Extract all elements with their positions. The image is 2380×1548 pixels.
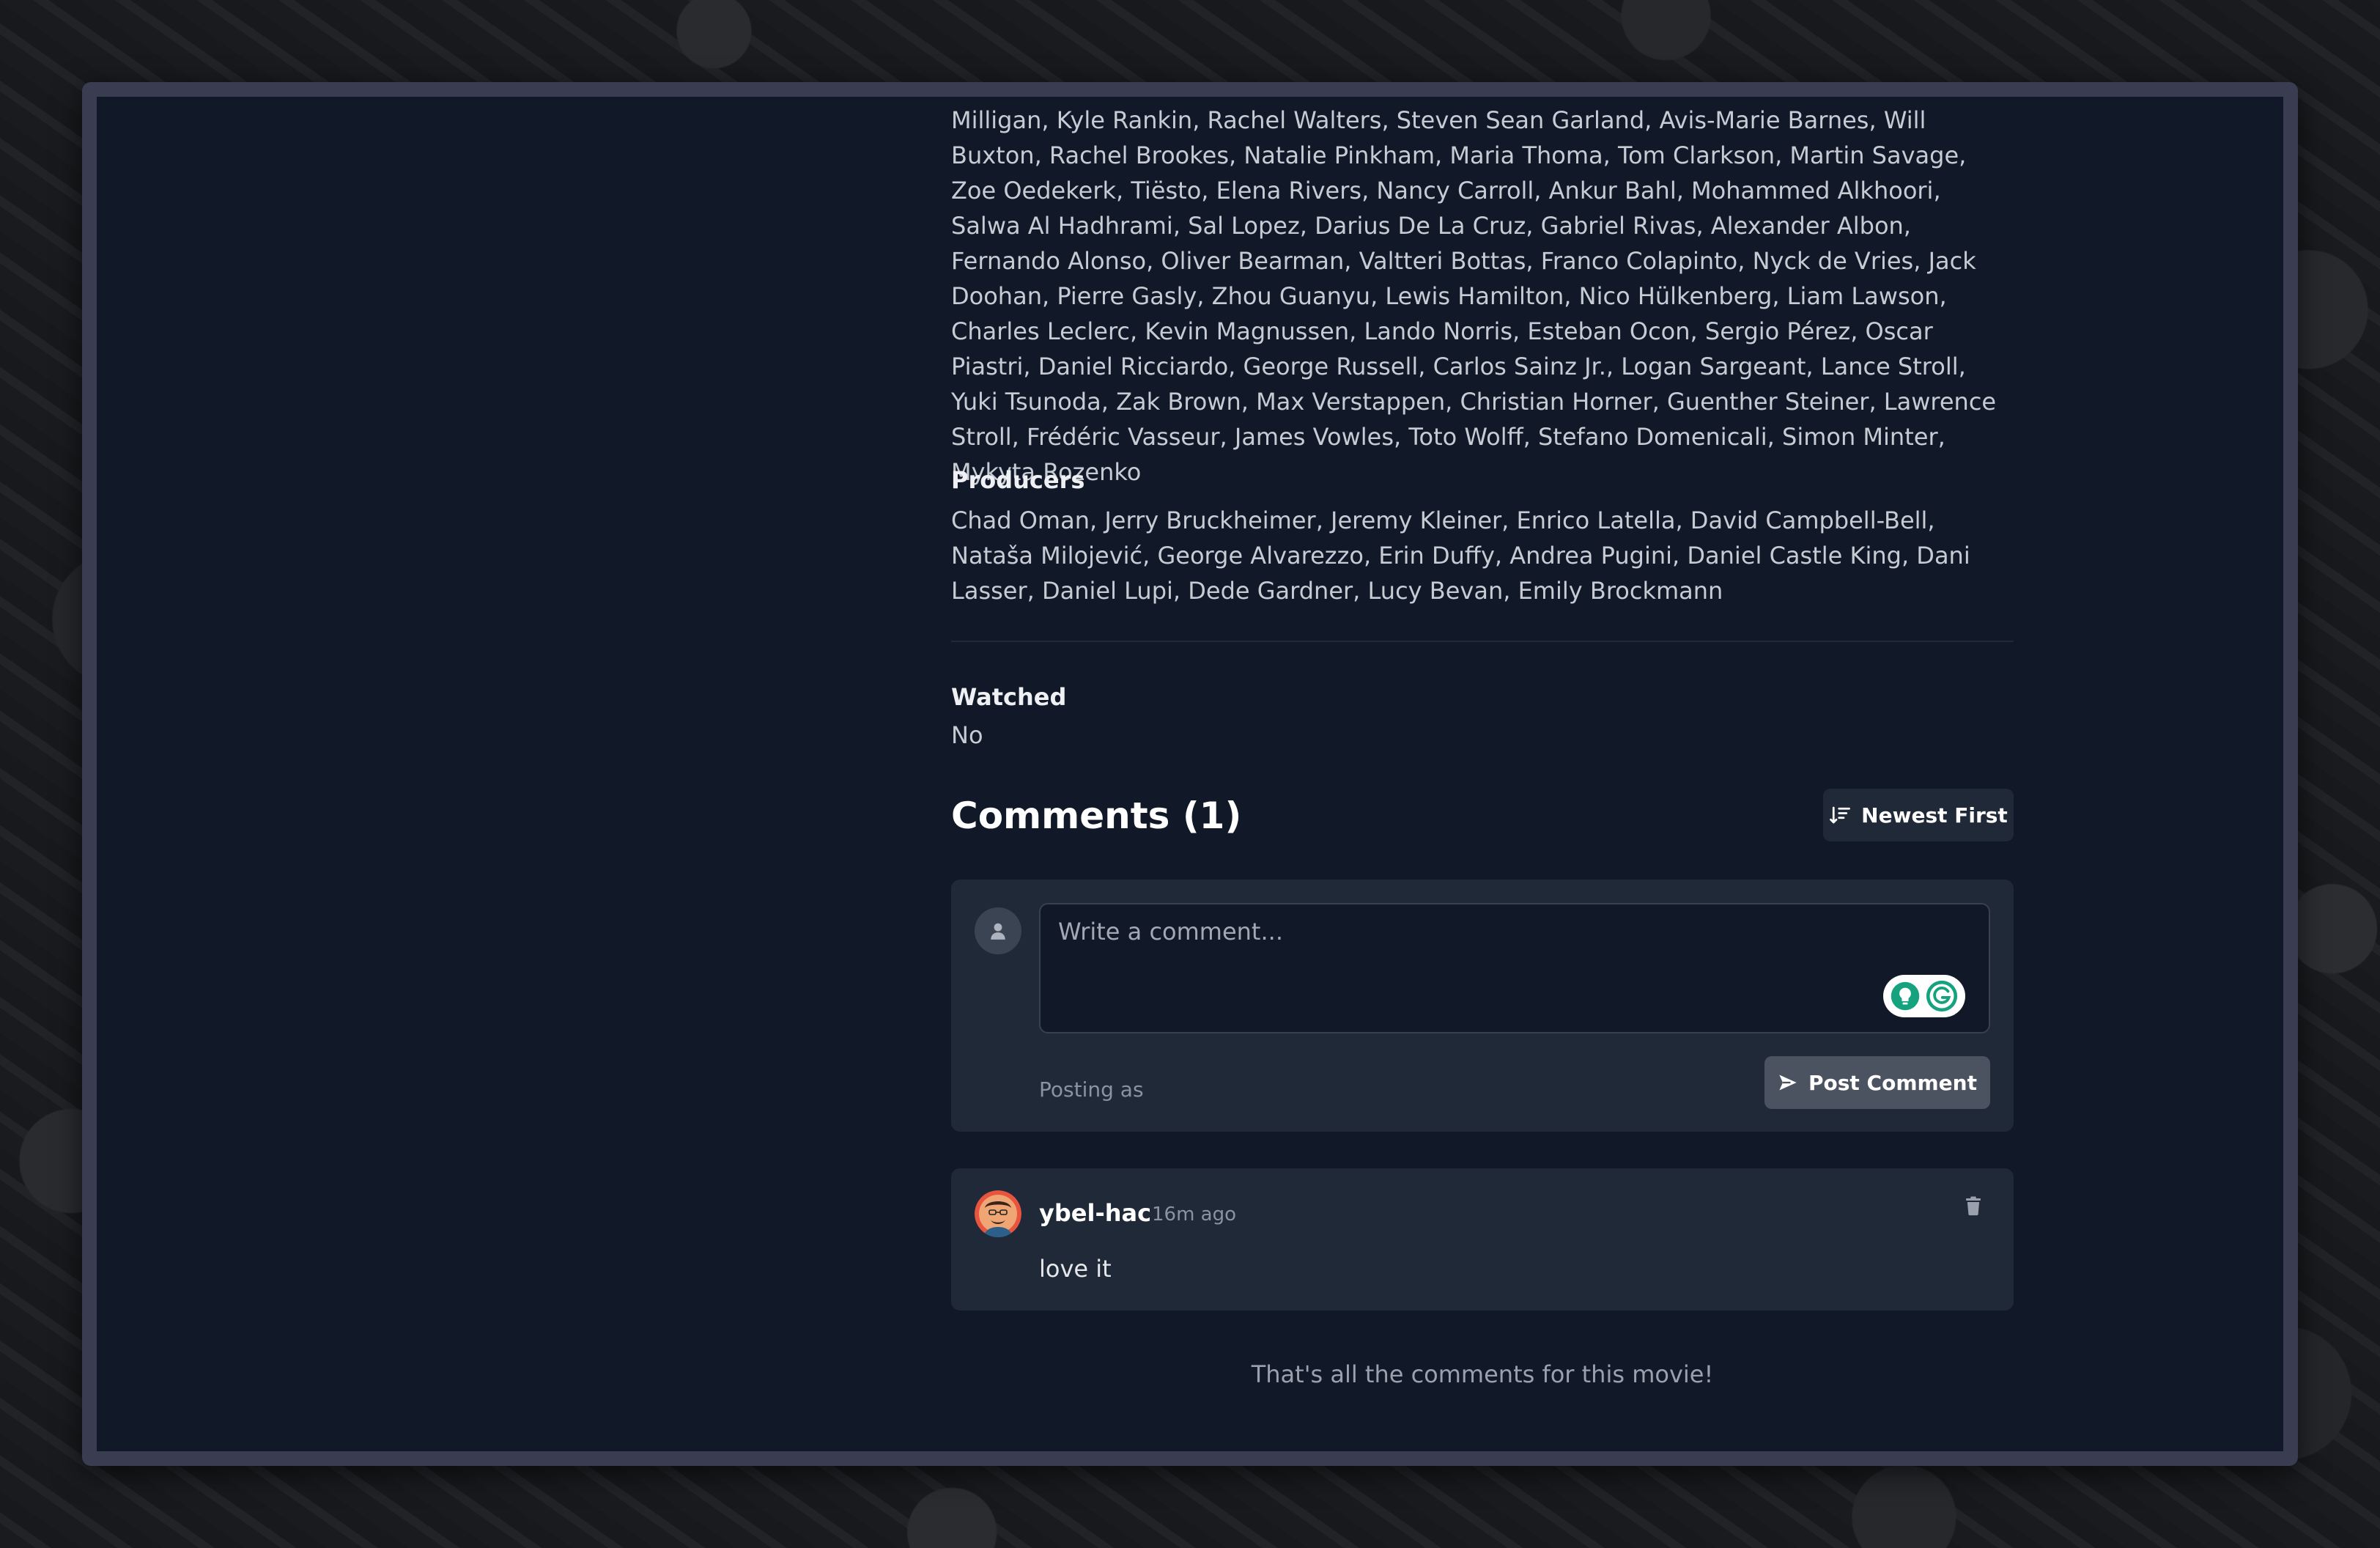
producers-list: Chad Oman, Jerry Bruckheimer, Jeremy Kle… (951, 506, 1970, 605)
comment-text: love it (1039, 1255, 1112, 1283)
lightbulb-icon[interactable] (1890, 981, 1921, 1011)
comment-input[interactable] (1039, 903, 1990, 1033)
avatar[interactable] (975, 1190, 1021, 1237)
posting-as-label: Posting as (1039, 1077, 1144, 1102)
user-icon (991, 923, 1005, 940)
comment-item: ybel-hac 16m ago love it (951, 1168, 2014, 1311)
post-comment-button[interactable]: Post Comment (1764, 1056, 1990, 1109)
comments-end-note: That's all the comments for this movie! (1251, 1360, 1714, 1388)
grammarly-icon[interactable] (1925, 979, 1959, 1013)
cast-list: Milligan, Kyle Rankin, Rachel Walters, S… (951, 106, 1997, 486)
avatar-image (975, 1190, 1021, 1237)
section-divider (951, 641, 2014, 642)
comments-title: Comments (1) (951, 795, 1242, 837)
send-icon (1779, 1075, 1797, 1091)
trash-icon[interactable] (1962, 1195, 1984, 1217)
comment-timestamp: 16m ago (1152, 1204, 1237, 1226)
watched-value: No (951, 721, 983, 749)
movie-detail-panel[interactable]: Milligan, Kyle Rankin, Rachel Walters, S… (97, 97, 2283, 1451)
user-avatar-placeholder (975, 907, 1021, 954)
sort-label: Newest First (1861, 803, 2008, 828)
comment-author[interactable]: ybel-hac (1039, 1199, 1151, 1227)
sort-descending-icon (1830, 806, 1851, 824)
post-comment-label: Post Comment (1808, 1070, 1977, 1095)
grammarly-widget[interactable] (1883, 975, 1965, 1017)
watched-label: Watched (951, 683, 1067, 711)
producers-label: Producers (951, 466, 1085, 494)
app-window: Milligan, Kyle Rankin, Rachel Walters, S… (82, 82, 2298, 1466)
comment-composer: Posting as Post Comment (951, 880, 2014, 1132)
sort-comments-button[interactable]: Newest First (1823, 789, 2014, 841)
